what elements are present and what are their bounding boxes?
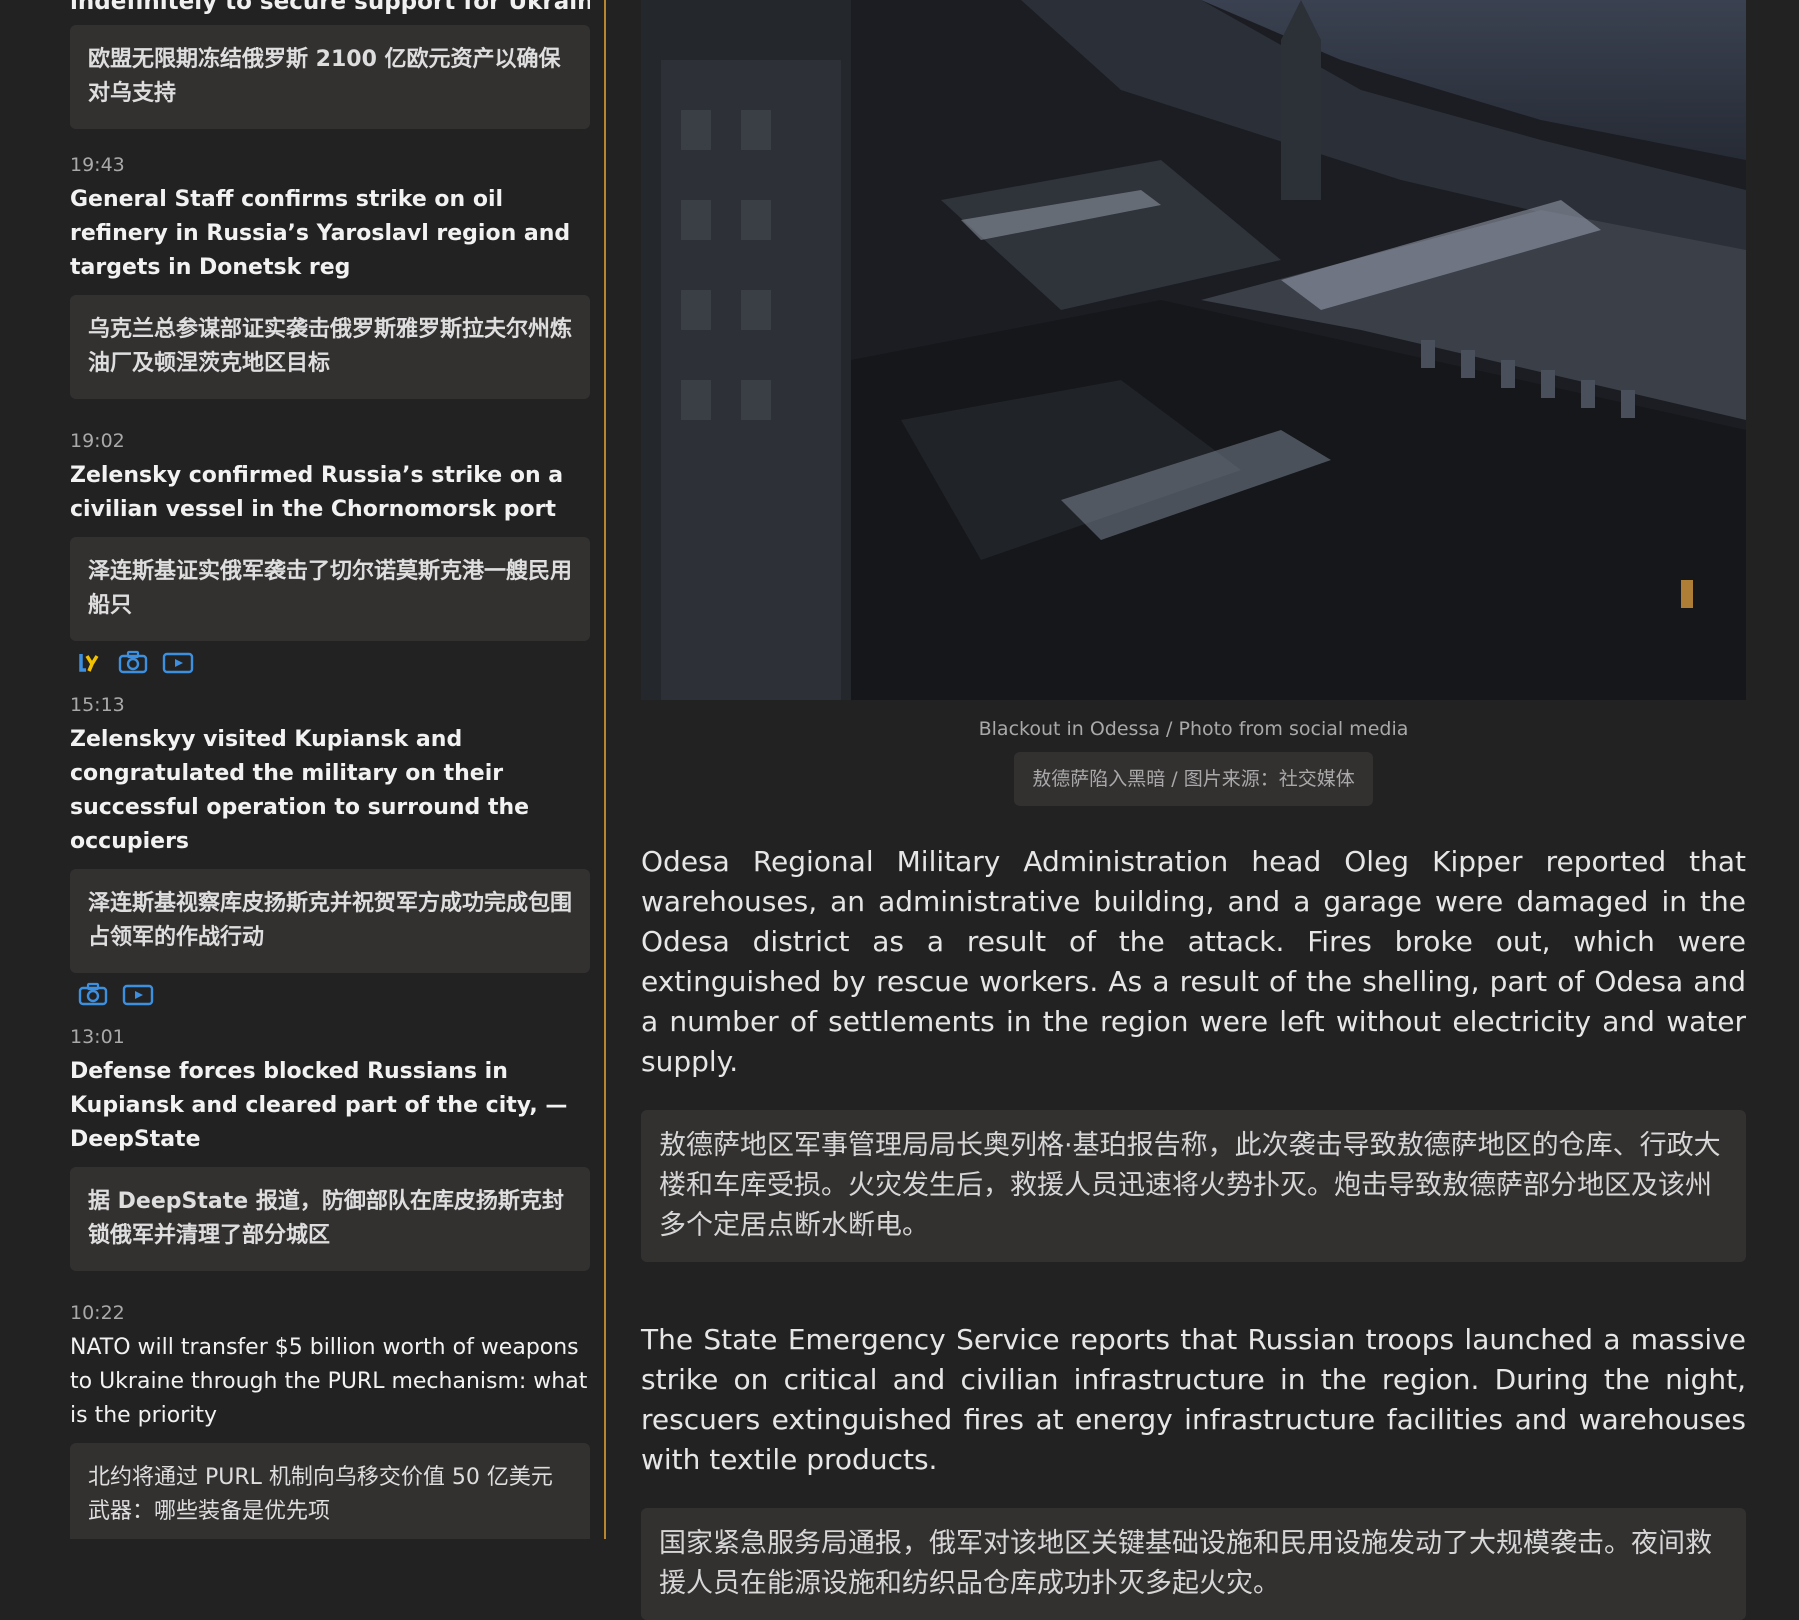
photo-caption: Blackout in Odessa / Photo from social m… (978, 718, 1409, 740)
news-time: 19:43 (70, 154, 125, 176)
news-item[interactable]: 19:02 Zelensky confirmed Russia’s strike… (70, 429, 590, 677)
article-body: Blackout in Odessa / Photo from social m… (641, 0, 1746, 1620)
media-icons (78, 647, 590, 677)
news-title-link[interactable]: General Staff confirms strike on oil ref… (70, 183, 590, 285)
photo-caption-translation: 敖德萨陷入黑暗 / 图片来源：社交媒体 (1014, 752, 1373, 806)
news-translation: 欧盟无限期冻结俄罗斯 2100 亿欧元资产以确保对乌支持 (70, 25, 590, 129)
camera-icon (118, 650, 148, 674)
video-icon (162, 650, 194, 674)
news-feed-sidebar: indefinitely to secure support for Ukrai… (0, 0, 606, 1539)
news-translation: 据 DeepState 报道，防御部队在库皮扬斯克封锁俄军并清理了部分城区 (70, 1167, 590, 1271)
news-item[interactable]: 19:43 General Staff confirms strike on o… (70, 153, 590, 399)
news-time: 13:01 (70, 1026, 125, 1048)
news-title-link[interactable]: Zelensky confirmed Russia’s strike on a … (70, 459, 590, 527)
news-time: 10:22 (70, 1302, 125, 1324)
news-title-link[interactable]: NATO will transfer $5 billion worth of w… (70, 1331, 590, 1433)
y-logo-icon (78, 650, 104, 674)
camera-icon (78, 982, 108, 1006)
news-time: 15:13 (70, 694, 125, 716)
media-icons (78, 979, 590, 1009)
news-time: 19:02 (70, 430, 125, 452)
article-paragraph: The State Emergency Service reports that… (641, 1323, 1746, 1476)
article-paragraph: Odesa Regional Military Administration h… (641, 845, 1746, 1078)
news-item[interactable]: 10:22 NATO will transfer $5 billion wort… (70, 1301, 590, 1539)
news-feed-list: 欧盟无限期冻结俄罗斯 2100 亿欧元资产以确保对乌支持 19:43 Gener… (70, 25, 590, 1539)
news-item[interactable]: 13:01 Defense forces blocked Russians in… (70, 1025, 590, 1271)
photo-caption-translation-wrap: 敖德萨陷入黑暗 / 图片来源：社交媒体 (641, 752, 1746, 806)
news-title-link[interactable]: Defense forces blocked Russians in Kupia… (70, 1055, 590, 1157)
news-translation: 泽连斯基证实俄军袭击了切尔诺莫斯克港一艘民用船只 (70, 537, 590, 641)
news-title-link[interactable]: Zelenskyy visited Kupiansk and congratul… (70, 723, 590, 859)
news-title-partial[interactable]: indefinitely to secure support for Ukrai… (70, 0, 590, 18)
video-icon (122, 982, 154, 1006)
article-photo (641, 0, 1746, 700)
news-translation: 泽连斯基视察库皮扬斯克并祝贺军方成功完成包围占领军的作战行动 (70, 869, 590, 973)
news-item[interactable]: 15:13 Zelenskyy visited Kupiansk and con… (70, 693, 590, 1009)
news-translation: 乌克兰总参谋部证实袭击俄罗斯雅罗斯拉夫尔州炼油厂及顿涅茨克地区目标 (70, 295, 590, 399)
article-paragraph-translation: 敖德萨地区军事管理局局长奥列格·基珀报告称，此次袭击导致敖德萨地区的仓库、行政大… (641, 1110, 1746, 1262)
article-paragraph-translation: 国家紧急服务局通报，俄军对该地区关键基础设施和民用设施发动了大规模袭击。夜间救援… (641, 1508, 1746, 1620)
news-translation: 北约将通过 PURL 机制向乌移交价值 50 亿美元武器：哪些装备是优先项 (70, 1443, 590, 1539)
